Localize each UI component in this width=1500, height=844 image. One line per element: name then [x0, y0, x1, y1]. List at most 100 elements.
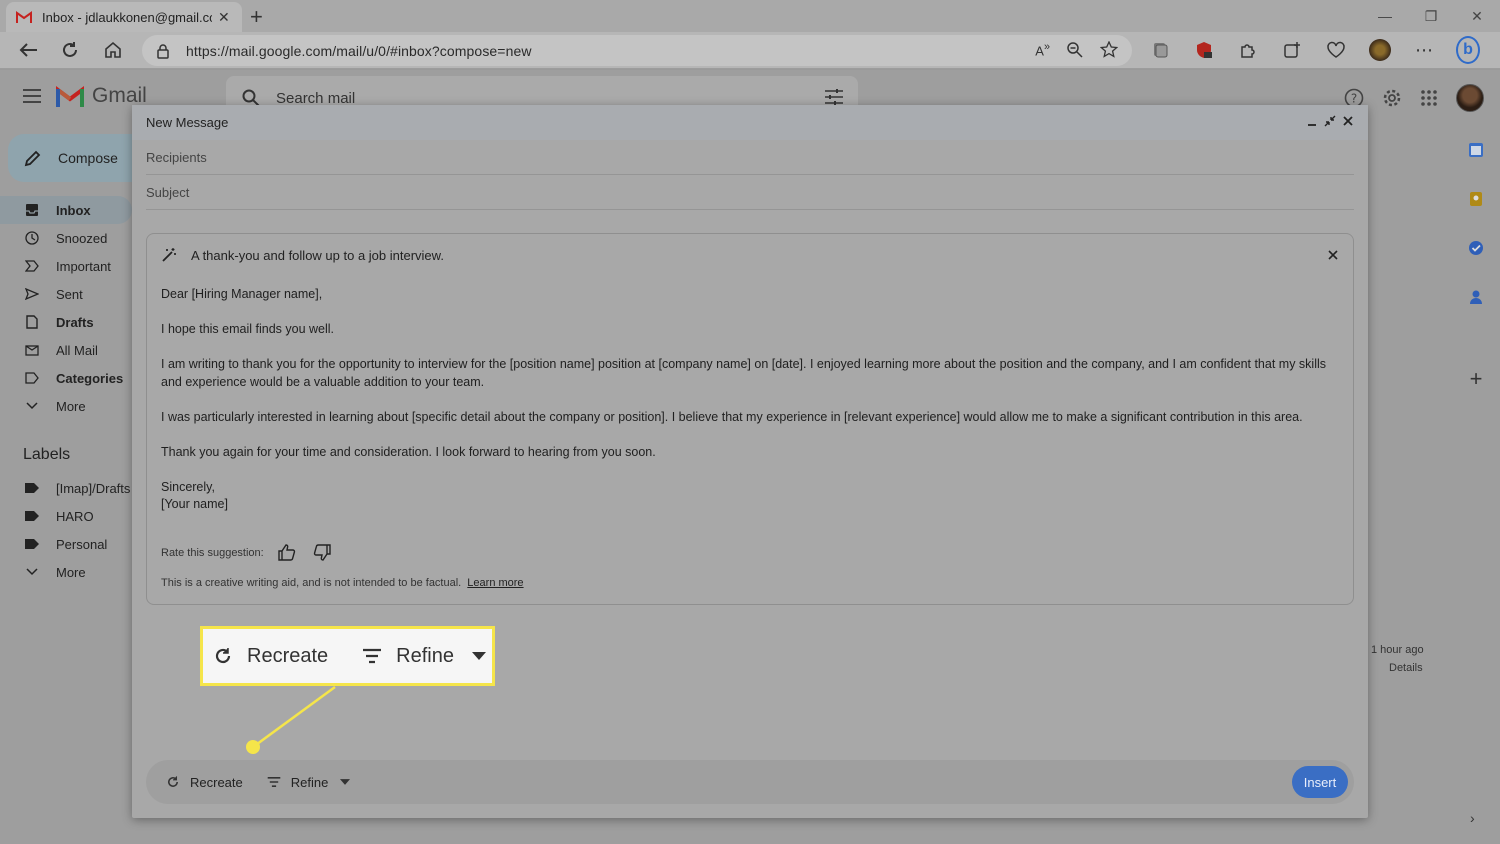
details-link[interactable]: Details — [1389, 662, 1423, 674]
file-icon — [24, 314, 40, 330]
body-paragraph: I hope this email finds you well. — [161, 322, 335, 336]
zoom-out-icon[interactable] — [1066, 41, 1084, 59]
nav-item-snoozed[interactable]: Snoozed — [0, 224, 132, 252]
restore-icon[interactable]: ❐ — [1408, 0, 1454, 32]
bing-icon[interactable]: b — [1456, 36, 1480, 64]
tab-title: Inbox - jdlaukkonen@gmail.com — [42, 9, 212, 25]
chevron-right-icon[interactable]: › — [1470, 810, 1475, 826]
minimize-icon[interactable]: — — [1362, 0, 1408, 32]
add-addon-icon[interactable]: + — [1456, 366, 1496, 391]
subject-field[interactable]: Subject — [146, 175, 1354, 210]
back-icon[interactable] — [16, 39, 40, 61]
magic-pen-icon — [162, 248, 176, 262]
important-icon — [24, 258, 40, 274]
address-bar[interactable]: https://mail.google.com/mail/u/0/#inbox?… — [142, 35, 1132, 66]
rate-suggestion-row: Rate this suggestion: — [161, 544, 331, 561]
recreate-icon[interactable] — [166, 775, 180, 789]
tag-icon — [24, 480, 40, 496]
window-controls: — ❐ ✕ — [1362, 0, 1500, 32]
thumbs-up-icon[interactable] — [278, 544, 296, 561]
minimize-compose-icon[interactable] — [1306, 115, 1318, 127]
nav-item-important[interactable]: Important — [0, 252, 132, 280]
insert-button[interactable]: Insert — [1292, 766, 1348, 798]
body-paragraph: I am writing to thank you for the opport… — [161, 357, 1327, 389]
nav-item-label: Sent — [56, 286, 83, 302]
browser-toolbar: https://mail.google.com/mail/u/0/#inbox?… — [0, 32, 1500, 69]
exit-fullscreen-icon[interactable] — [1324, 115, 1336, 127]
pencil-icon — [24, 150, 41, 167]
nav-item-label: Important — [56, 258, 111, 274]
label-item-text: [Imap]/Drafts — [56, 480, 131, 496]
compose-label: Compose — [58, 150, 118, 166]
nav-item-all-mail[interactable]: All Mail — [0, 336, 132, 364]
nav-item-inbox[interactable]: Inbox — [0, 196, 132, 224]
browser-tab[interactable]: Inbox - jdlaukkonen@gmail.com ✕ — [6, 2, 242, 32]
recreate-icon — [215, 648, 231, 664]
prompt-text: A thank-you and follow up to a job inter… — [191, 247, 444, 263]
body-paragraph: Thank you again for your time and consid… — [161, 444, 656, 459]
search-options-icon[interactable] — [824, 88, 844, 106]
window-close-icon[interactable]: ✕ — [1454, 0, 1500, 32]
read-aloud-icon[interactable]: A» — [1035, 41, 1050, 59]
tasks-icon[interactable] — [1456, 240, 1496, 264]
compose-button[interactable]: Compose — [8, 134, 148, 182]
more-menu-icon[interactable]: ⋯ — [1412, 39, 1436, 61]
recreate-button[interactable]: Recreate — [190, 775, 243, 790]
body-paragraph: Dear [Hiring Manager name], — [161, 287, 323, 301]
prompt-row: A thank-you and follow up to a job inter… — [161, 247, 444, 263]
thumbs-down-icon[interactable] — [313, 544, 331, 561]
recipients-field[interactable]: Recipients — [146, 140, 1354, 175]
svg-text:?: ? — [1351, 92, 1357, 106]
body-paragraph: I was particularly interested in learnin… — [161, 409, 1303, 424]
nav-item-categories[interactable]: Categories — [0, 364, 132, 392]
nav-item-label: Categories — [56, 370, 124, 386]
url-text: https://mail.google.com/mail/u/0/#inbox?… — [186, 42, 532, 59]
suggestion-action-bar: Recreate Refine Insert — [146, 760, 1354, 804]
tag-icon — [24, 536, 40, 552]
refine-icon[interactable] — [267, 776, 281, 788]
chevron-down-icon — [24, 564, 40, 580]
keep-icon[interactable] — [1456, 191, 1496, 215]
collections-icon[interactable] — [1148, 39, 1172, 61]
mail-stack-icon — [24, 342, 40, 358]
label-icon — [24, 370, 40, 386]
label-item-text: Personal — [56, 536, 108, 552]
send-icon — [24, 286, 40, 302]
tab-close-icon[interactable]: ✕ — [218, 9, 230, 26]
extensions-puzzle-icon[interactable] — [1236, 39, 1260, 61]
label-item-text: More — [56, 564, 86, 580]
settings-gear-icon[interactable] — [1382, 88, 1402, 108]
nav-item-more[interactable]: More — [0, 392, 132, 420]
close-suggestion-icon[interactable] — [1327, 249, 1339, 261]
label-item-more[interactable]: More — [0, 558, 132, 586]
extension-shield-icon[interactable] — [1192, 39, 1216, 61]
label-item-haro[interactable]: HARO — [0, 502, 132, 530]
lock-icon — [157, 43, 169, 59]
refine-dropdown-icon[interactable] — [340, 779, 351, 785]
profile-avatar-icon[interactable] — [1368, 39, 1392, 61]
label-item-personal[interactable]: Personal — [0, 530, 132, 558]
add-collection-icon[interactable] — [1280, 39, 1304, 61]
calendar-icon[interactable] — [1456, 142, 1496, 166]
health-heart-icon[interactable] — [1324, 39, 1348, 61]
nav-item-sent[interactable]: Sent — [0, 280, 132, 308]
disclaimer-text: This is a creative writing aid, and is n… — [161, 577, 462, 589]
gmail-favicon-icon — [16, 11, 32, 23]
reload-icon[interactable] — [58, 39, 82, 61]
home-icon[interactable] — [101, 39, 125, 61]
apps-grid-icon[interactable] — [1420, 89, 1438, 107]
contacts-icon[interactable] — [1456, 289, 1496, 313]
account-avatar[interactable] — [1456, 84, 1484, 112]
refine-icon — [363, 648, 382, 664]
new-tab-icon[interactable]: + — [250, 4, 263, 30]
message-time: 1 hour ago — [1371, 644, 1424, 656]
close-compose-icon[interactable] — [1342, 115, 1354, 127]
nav-item-drafts[interactable]: Drafts — [0, 308, 132, 336]
zoom-callout: Recreate Refine — [200, 626, 495, 686]
favorite-star-icon[interactable] — [1100, 41, 1118, 59]
learn-more-link[interactable]: Learn more — [467, 577, 523, 589]
refine-button[interactable]: Refine — [291, 775, 329, 790]
main-menu-icon[interactable] — [22, 88, 42, 104]
label-item-imap-drafts[interactable]: [Imap]/Drafts — [0, 474, 132, 502]
compose-title: New Message — [146, 115, 229, 130]
